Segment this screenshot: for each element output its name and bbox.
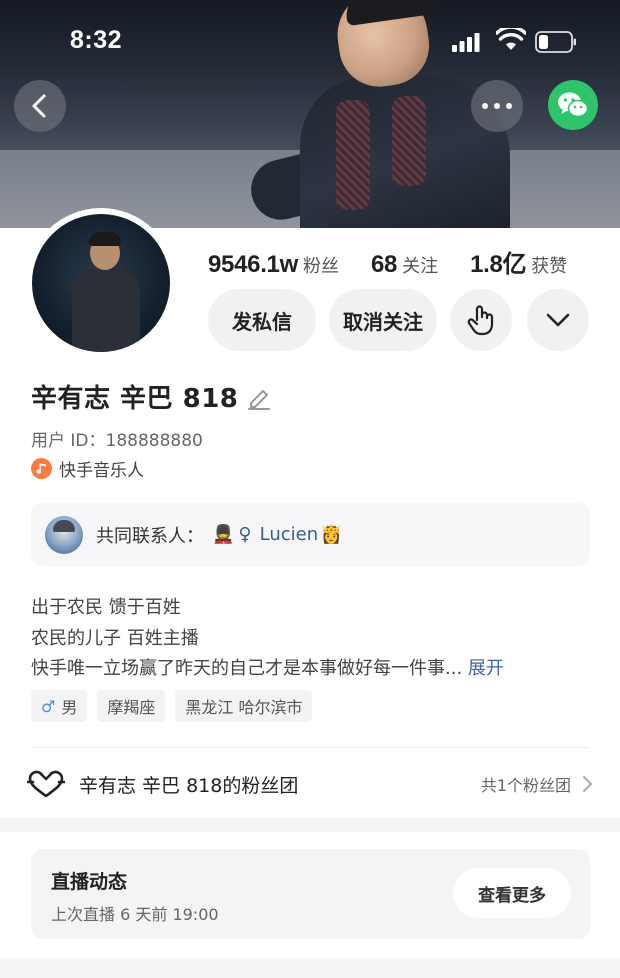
chevron-down-icon — [546, 313, 570, 327]
chevron-left-icon — [32, 94, 46, 118]
female-symbol: ♀ — [238, 524, 252, 545]
bio-expand-link[interactable]: 展开 — [462, 658, 504, 679]
mutual-contact-avatar — [45, 515, 83, 554]
crown-emoji: 👸 — [320, 524, 343, 545]
wechat-share-button[interactable] — [548, 80, 598, 130]
fan-group-heart-icon — [27, 770, 65, 798]
send-message-button[interactable]: 发私信 — [208, 289, 316, 351]
fan-group-title: 辛有志 辛巴 818的粉丝团 — [79, 774, 299, 797]
chevron-right-icon — [583, 776, 592, 792]
male-icon: ♂ — [41, 696, 56, 716]
followers-count: 9546.1w — [208, 251, 298, 278]
avatar-figure-hair — [89, 232, 121, 246]
fan-group-row[interactable]: 辛有志 辛巴 818的粉丝团 共1个粉丝团 — [27, 764, 593, 804]
bio-line-3-text: 快手唯一立场赢了昨天的自己才是本事做好每一件事... — [31, 658, 463, 679]
fan-group-count: 共1个粉丝团 — [480, 776, 571, 795]
edit-pencil-icon[interactable] — [246, 384, 272, 410]
live-activity-title: 直播动态 — [51, 871, 128, 893]
battery-icon — [535, 31, 576, 53]
following-stat[interactable]: 68 关注 — [371, 251, 438, 279]
mutual-contacts-label: 共同联系人： — [96, 525, 204, 547]
profile-tags: ♂ 男 摩羯座 黑龙江 哈尔滨市 — [31, 690, 322, 722]
divider — [31, 747, 589, 748]
cellular-signal-icon — [452, 33, 480, 52]
wifi-icon — [496, 28, 526, 50]
more-dots-icon — [482, 103, 512, 109]
recommend-expand-button[interactable] — [527, 289, 589, 351]
profile-name: 辛有志 辛巴 818 — [31, 384, 239, 414]
following-label: 关注 — [402, 256, 439, 277]
status-time: 8:32 — [70, 26, 123, 54]
more-options-button[interactable] — [471, 80, 523, 132]
mutual-contact-name: Lucien — [259, 524, 319, 545]
name-row: 辛有志 辛巴 818 — [31, 378, 272, 415]
bio-line-1: 出于农民 馈于百姓 — [31, 597, 181, 618]
hand-pointer-icon — [467, 305, 494, 336]
back-button[interactable] — [14, 80, 66, 132]
tap-gesture-button[interactable] — [450, 289, 512, 351]
live-activity-card[interactable]: 直播动态 上次直播 6 天前 19:00 查看更多 — [31, 849, 590, 939]
likes-label: 获赞 — [531, 256, 568, 277]
mutual-contacts-card[interactable]: 共同联系人： 💂 ♀ Lucien 👸 — [31, 503, 590, 566]
gender-label: 男 — [61, 698, 78, 717]
music-creator-badge[interactable]: 快手音乐人 — [31, 456, 144, 481]
gender-tag: ♂ 男 — [31, 690, 88, 722]
followers-label: 粉丝 — [302, 256, 339, 277]
music-note-icon — [31, 458, 52, 479]
bottom-strip — [0, 958, 620, 978]
bio-line-3: 快手唯一立场赢了昨天的自己才是本事做好每一件事... 展开 — [31, 654, 591, 685]
user-id: 用户 ID：188888880 — [31, 431, 203, 451]
music-badge-label: 快手音乐人 — [59, 461, 144, 481]
location-tag: 黑龙江 哈尔滨市 — [175, 690, 313, 722]
last-live-time: 上次直播 6 天前 19:00 — [51, 905, 219, 924]
status-bar: 8:32 — [0, 0, 620, 80]
avatar[interactable] — [32, 214, 170, 352]
view-more-button[interactable]: 查看更多 — [453, 868, 571, 918]
avatar-figure-body — [72, 268, 140, 352]
profile-stats: 9546.1w 粉丝 68 关注 1.8亿 获赞 — [208, 244, 599, 280]
following-count: 68 — [370, 251, 398, 278]
section-gap — [0, 818, 620, 832]
unfollow-button[interactable]: 取消关注 — [329, 289, 437, 351]
likes-count: 1.8亿 — [470, 251, 527, 278]
guard-emoji: 💂 — [212, 524, 235, 545]
likes-stat[interactable]: 1.8亿 获赞 — [470, 244, 567, 279]
cover-figure-sequin-left — [336, 100, 370, 210]
zodiac-tag: 摩羯座 — [97, 690, 166, 722]
followers-stat[interactable]: 9546.1w 粉丝 — [208, 251, 339, 279]
cover-figure-sequin-right — [392, 96, 426, 186]
profile-bio: 出于农民 馈于百姓 农民的儿子 百姓主播 快手唯一立场赢了昨天的自己才是本事做好… — [31, 593, 591, 685]
bio-line-2: 农民的儿子 百姓主播 — [31, 627, 199, 649]
wechat-icon — [558, 92, 589, 118]
